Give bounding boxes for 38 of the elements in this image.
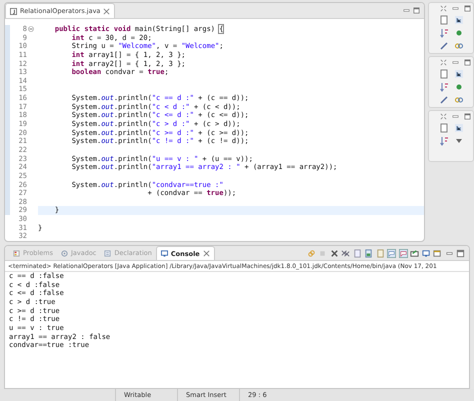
maximize-icon[interactable] bbox=[464, 5, 471, 12]
maximize-icon[interactable] bbox=[464, 113, 471, 120]
java-file-icon bbox=[10, 8, 17, 14]
pencil-icon[interactable] bbox=[439, 41, 449, 51]
link-icon[interactable] bbox=[454, 95, 464, 105]
speech-bubble-icon[interactable] bbox=[387, 248, 396, 258]
sort-icon[interactable] bbox=[439, 82, 449, 92]
link-icon[interactable] bbox=[454, 41, 464, 51]
maximize-icon[interactable] bbox=[464, 59, 471, 66]
restore-icon[interactable] bbox=[440, 59, 447, 66]
pencil-icon[interactable] bbox=[439, 95, 449, 105]
window-icon[interactable] bbox=[433, 248, 442, 258]
page-icon[interactable] bbox=[376, 248, 384, 258]
double-cross-icon[interactable] bbox=[341, 248, 350, 258]
pin-icon[interactable] bbox=[410, 248, 419, 258]
page-icon[interactable] bbox=[352, 248, 362, 258]
speech-bubble-icon[interactable] bbox=[398, 248, 408, 258]
page-icon[interactable] bbox=[364, 248, 373, 258]
monitor-icon[interactable] bbox=[422, 248, 430, 258]
restore-icon[interactable] bbox=[440, 5, 447, 12]
close-icon[interactable] bbox=[103, 8, 110, 14]
cross-icon[interactable] bbox=[330, 248, 338, 258]
monitor-icon bbox=[160, 250, 168, 257]
restore-icon[interactable] bbox=[440, 113, 447, 120]
at-sign-icon bbox=[60, 250, 68, 256]
page-icon[interactable] bbox=[439, 69, 449, 79]
warning-list-icon bbox=[13, 250, 20, 256]
maximize-icon[interactable] bbox=[413, 7, 420, 14]
close-icon[interactable] bbox=[202, 250, 210, 257]
maximize-icon[interactable] bbox=[456, 248, 465, 258]
dot-icon[interactable] bbox=[454, 82, 464, 92]
dot-icon[interactable] bbox=[454, 28, 464, 38]
sort-icon[interactable] bbox=[439, 136, 449, 146]
sort-icon[interactable] bbox=[439, 28, 449, 38]
page-icon[interactable] bbox=[439, 15, 449, 25]
document-icon bbox=[104, 250, 112, 256]
page-icon[interactable] bbox=[439, 123, 449, 133]
fold-icon[interactable] bbox=[28, 26, 34, 32]
